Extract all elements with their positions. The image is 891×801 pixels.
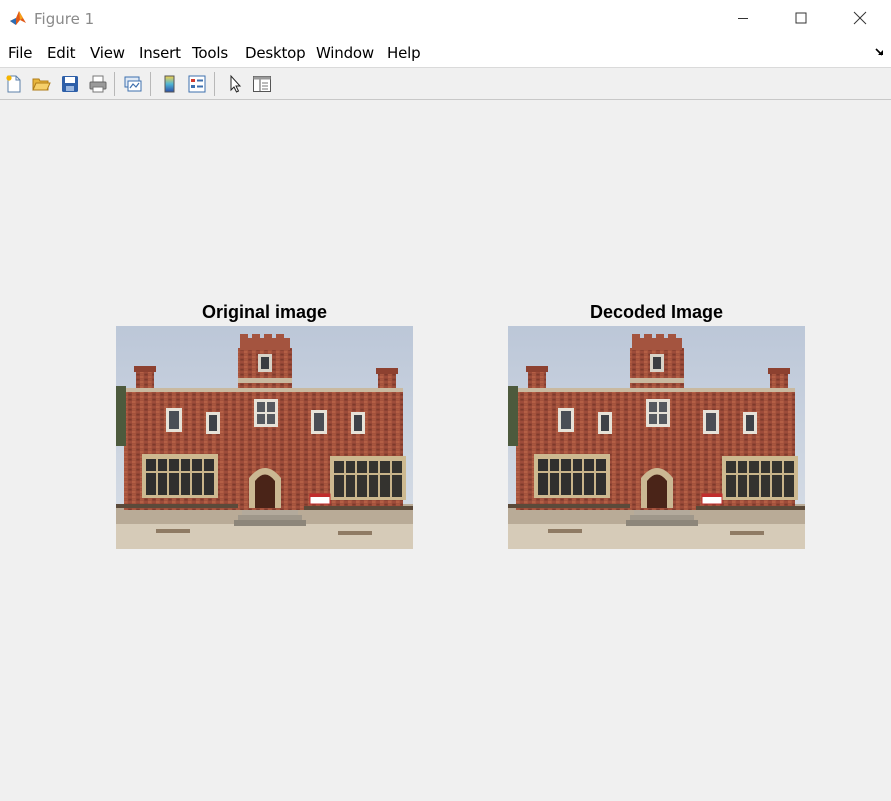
figure-window: Figure 1 File Edit View Insert Tools Des… [0, 0, 891, 801]
new-figure-button[interactable] [3, 73, 25, 95]
axes-title-decoded: Decoded Image [589, 302, 724, 322]
menu-edit[interactable]: Edit [47, 44, 75, 62]
folder-open-icon [32, 78, 51, 91]
save-figure-button[interactable] [59, 73, 81, 95]
title-bar: Figure 1 [0, 0, 891, 38]
minimize-button[interactable] [714, 0, 772, 36]
menu-bar: File Edit View Insert Tools Desktop Wind… [0, 38, 891, 67]
toolbar-separator [114, 72, 115, 96]
maximize-icon [795, 12, 807, 24]
legend-icon [188, 75, 206, 93]
insert-colorbar-button[interactable] [159, 73, 181, 95]
print-figure-button[interactable] [87, 73, 109, 95]
maximize-button[interactable] [772, 0, 830, 36]
link-plot-button[interactable] [122, 73, 144, 95]
original-image[interactable] [116, 326, 413, 549]
menu-tools[interactable]: Tools [192, 44, 228, 62]
property-inspector-button[interactable] [251, 73, 273, 95]
close-icon [853, 11, 867, 25]
minimize-icon [738, 18, 748, 19]
panel-toggle-icon [253, 76, 271, 92]
edit-plot-button[interactable] [224, 73, 246, 95]
menu-file[interactable]: File [8, 44, 33, 62]
menu-desktop[interactable]: Desktop [245, 44, 306, 62]
new-file-icon [6, 75, 21, 93]
insert-legend-button[interactable] [186, 73, 208, 95]
menu-insert[interactable]: Insert [139, 44, 181, 62]
menu-view[interactable]: View [90, 44, 125, 62]
axes-title-original: Original image [201, 302, 328, 322]
pointer-arrow-icon [230, 74, 242, 93]
link-plot-icon [124, 76, 142, 92]
colorbar-icon [164, 75, 175, 93]
building-photo [116, 326, 413, 549]
dock-figure-icon[interactable] [874, 46, 886, 58]
menu-window[interactable]: Window [316, 44, 374, 62]
window-bottom-edge [0, 786, 891, 801]
save-disk-icon [62, 76, 78, 92]
menu-help[interactable]: Help [387, 44, 421, 62]
window-title: Figure 1 [34, 10, 95, 28]
figure-toolbar [0, 67, 891, 100]
matlab-logo-icon [9, 9, 27, 27]
close-button[interactable] [831, 0, 889, 36]
building-photo [508, 326, 805, 549]
printer-icon [89, 75, 107, 93]
decoded-image[interactable] [508, 326, 805, 549]
toolbar-separator [150, 72, 151, 96]
toolbar-separator [214, 72, 215, 96]
open-file-button[interactable] [30, 73, 52, 95]
